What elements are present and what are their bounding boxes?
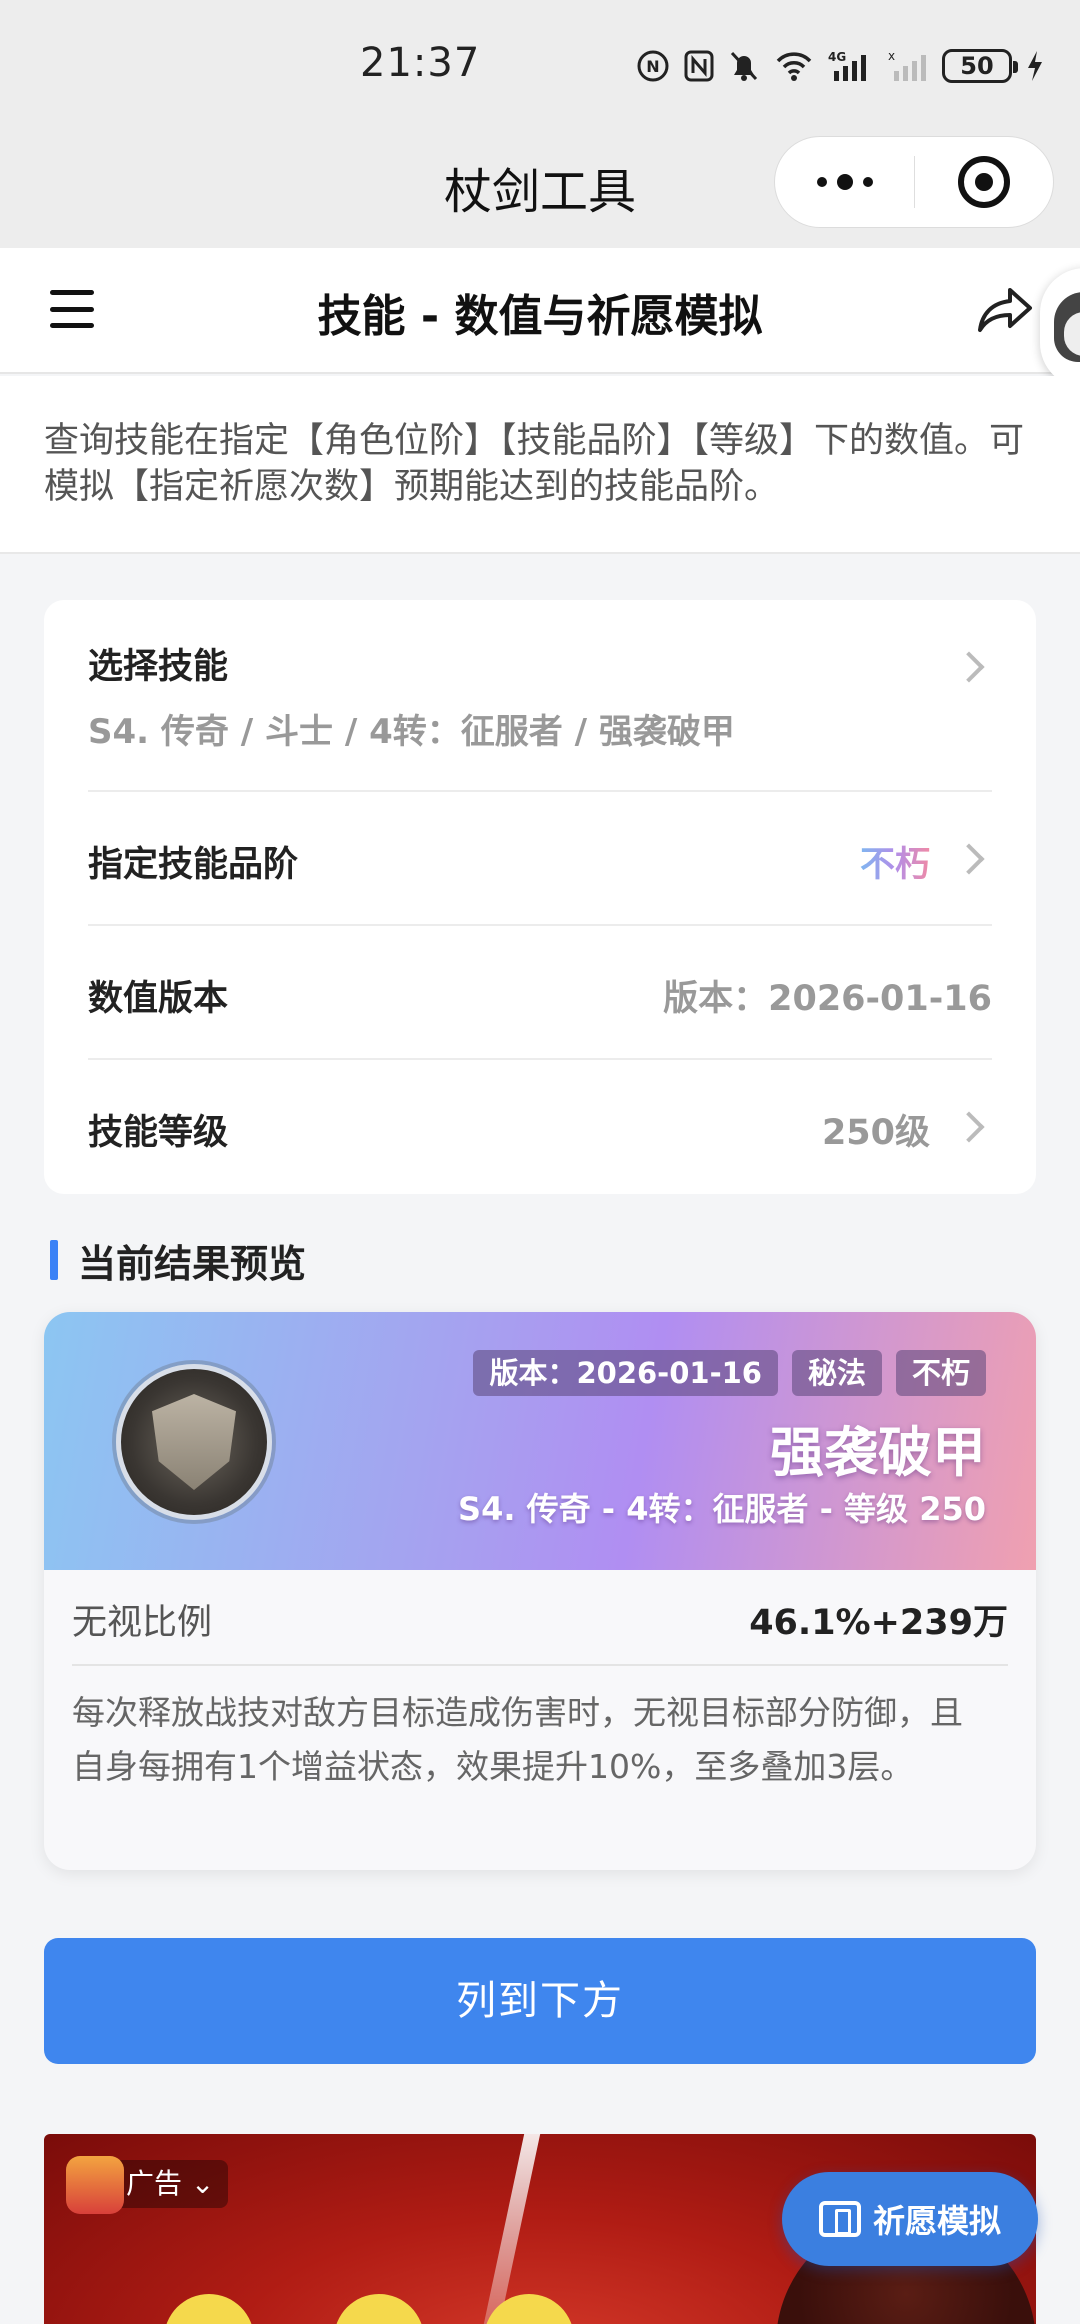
skill-name: 强袭破甲 — [770, 1421, 986, 1484]
svg-text:4G: 4G — [828, 50, 846, 64]
capsule-menu — [774, 136, 1054, 228]
stat-value: 46.1%+239万 — [749, 1603, 1008, 1643]
grade-row[interactable]: 指定技能品阶 不朽 — [88, 792, 992, 926]
wifi-icon — [774, 49, 814, 83]
section-accent-bar — [50, 1240, 58, 1280]
ad-label-text: 广告 — [126, 2167, 183, 2200]
pray-icon — [818, 2201, 861, 2237]
level-row[interactable]: 技能等级 250级 — [88, 1060, 992, 1194]
grade-tag: 不朽 — [895, 1350, 986, 1396]
result-card: 版本：2026-01-16 秘法 不朽 强袭破甲 S4. 传奇 - 4转：征服者… — [44, 1312, 1036, 1870]
version-label: 数值版本 — [88, 979, 229, 1019]
page-header: 技能 - 数值与祈愿模拟 — [0, 248, 1080, 374]
skill-emblem-icon — [116, 1364, 272, 1520]
charging-icon — [1026, 49, 1044, 83]
level-label: 技能等级 — [88, 1113, 229, 1153]
share-icon[interactable] — [976, 284, 1036, 340]
signal-4g-icon: 4G — [828, 49, 874, 83]
ad-logo-icon — [66, 2156, 124, 2214]
result-banner: 版本：2026-01-16 秘法 不朽 强袭破甲 S4. 传奇 - 4转：征服者… — [44, 1312, 1036, 1570]
mute-bell-icon — [728, 49, 760, 83]
version-value: 版本：2026-01-16 — [663, 979, 992, 1019]
section-title-text: 当前结果预览 — [78, 1241, 307, 1286]
version-tag: 版本：2026-01-16 — [473, 1350, 778, 1396]
pray-simulate-button[interactable]: 祈愿模拟 — [782, 2172, 1038, 2266]
skill-path: S4. 传奇 - 4转：征服者 - 等级 250 — [458, 1490, 986, 1528]
stat-row: 无视比例 46.1%+239万 — [72, 1570, 1008, 1666]
target-close-icon[interactable] — [915, 137, 1053, 227]
svg-text:x: x — [888, 49, 895, 63]
nfc-n-icon — [684, 49, 714, 83]
chevron-right-icon — [953, 843, 985, 875]
status-bar: 21:37 N 4G x 50 — [0, 0, 1080, 130]
skill-description: 每次释放战技对敌方目标造成伤害时，无视目标部分防御，且自身每拥有1个增益状态，效… — [72, 1693, 963, 1786]
status-icons: N 4G x 50 — [636, 44, 1044, 88]
section-title: 当前结果预览 — [50, 1236, 306, 1286]
tag-list: 版本：2026-01-16 秘法 不朽 — [473, 1350, 986, 1396]
grade-value: 不朽 — [860, 836, 930, 887]
signal-empty-icon: x — [888, 49, 928, 83]
select-skill-label: 选择技能 — [88, 647, 229, 687]
page-description: 查询技能在指定【角色位阶】【技能品阶】【等级】下的数值。可模拟【指定祈愿次数】预… — [0, 376, 1080, 554]
select-skill-row[interactable]: 选择技能 S4. 传奇 / 斗士 / 4转：征服者 / 强袭破甲 — [88, 600, 992, 792]
type-tag: 秘法 — [791, 1350, 882, 1396]
version-row: 数值版本 版本：2026-01-16 — [88, 926, 992, 1060]
nfc-icon: N — [636, 49, 670, 83]
status-time: 21:37 — [360, 40, 481, 86]
grade-label: 指定技能品阶 — [88, 845, 299, 885]
grade-value-text: 不朽 — [859, 845, 930, 885]
chevron-right-icon — [953, 651, 985, 683]
stat-label: 无视比例 — [72, 1603, 213, 1643]
list-below-button[interactable]: 列到下方 — [44, 1938, 1036, 2064]
level-value: 250级 — [821, 1113, 930, 1153]
settings-card: 选择技能 S4. 传奇 / 斗士 / 4转：征服者 / 强袭破甲 指定技能品阶 … — [44, 600, 1036, 1194]
chevron-down-icon: ⌄ — [190, 2167, 215, 2200]
battery-indicator: 50 — [942, 49, 1018, 83]
more-dots-icon[interactable] — [775, 137, 914, 227]
mini-program-nav: 杖剑工具 — [0, 130, 1080, 248]
page-title: 技能 - 数值与祈愿模拟 — [317, 291, 763, 342]
select-skill-value: S4. 传奇 / 斗士 / 4转：征服者 / 强袭破甲 — [88, 712, 735, 752]
svg-text:N: N — [646, 57, 659, 76]
pray-simulate-label: 祈愿模拟 — [872, 2202, 1001, 2240]
chevron-right-icon — [953, 1111, 985, 1143]
